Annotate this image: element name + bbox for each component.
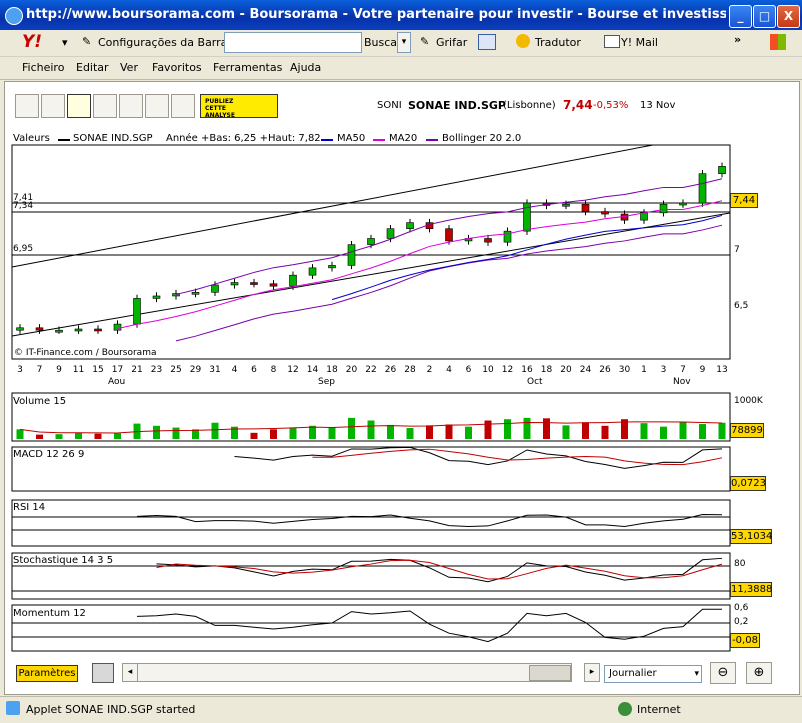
search-button[interactable]: Buscar: [364, 36, 402, 49]
stock-code: SONI: [377, 100, 402, 111]
scroll-thumb[interactable]: [529, 665, 571, 681]
close-button[interactable]: X: [777, 5, 800, 28]
tradutor-button[interactable]: Tradutor: [535, 36, 581, 49]
rsi-value-badge: 53,1034: [730, 529, 773, 544]
y-tick-7: 7: [734, 245, 740, 255]
momentum-scale-top: 0,6: [734, 603, 749, 613]
horizontal-line-tool-icon[interactable]: [67, 94, 91, 118]
macd-value-badge: 0,0723: [730, 476, 766, 491]
volume-value-badge: 78899: [730, 423, 764, 438]
print-icon[interactable]: [92, 663, 114, 683]
search-dropdown-icon[interactable]: ▾: [397, 32, 411, 53]
pencil-icon: ✎: [82, 35, 92, 48]
legend-valeurs: Valeurs: [13, 133, 50, 144]
period-select[interactable]: Journalier ▾: [604, 665, 702, 683]
applet-icon: [6, 701, 20, 715]
chart-applet: [4, 81, 800, 695]
momentum-value-badge: -0,08: [730, 633, 760, 648]
level-label-7-34: 7,34: [13, 201, 34, 211]
highlighter-icon: ✎: [420, 35, 430, 48]
yahoo-dropdown-icon[interactable]: ▾: [62, 36, 68, 49]
legend-ma50-swatch: [321, 139, 333, 141]
momentum-scale-mid: 0,2: [734, 617, 749, 627]
stoch-label: Stochastique 14 3 5: [13, 555, 114, 566]
macd-label: MACD 12 26 9: [13, 449, 85, 460]
menu-bar: Ficheiro Editar Ver Favoritos Ferramenta…: [0, 57, 802, 80]
rsi-label: RSI 14: [13, 502, 46, 513]
scroll-left-icon[interactable]: ◂: [123, 664, 138, 681]
select-chevron-down-icon[interactable]: ▾: [694, 666, 699, 682]
quote-date: 13 Nov: [640, 100, 676, 111]
windows-logo-icon: [770, 34, 786, 50]
publish-analysis-button[interactable]: PUBLIEZ CETTE ANALYSE: [200, 94, 278, 119]
globe-icon: [618, 702, 632, 716]
trash-icon[interactable]: [171, 94, 195, 118]
legend-series: SONAE IND.SGP: [73, 133, 153, 144]
momentum-label: Momentum 12: [13, 608, 86, 619]
stoch-value-badge: 11,3888: [730, 582, 773, 597]
zone-text: Internet: [637, 703, 681, 716]
last-price-badge: 7,44: [730, 193, 758, 208]
stock-name: SONAE IND.SGP: [408, 99, 506, 112]
chevron-right-icon[interactable]: »: [734, 33, 741, 46]
volume-scale: 1000K: [734, 396, 763, 406]
status-bar: Applet SONAE IND.SGP started Internet: [0, 696, 802, 723]
parametres-button[interactable]: Paramètres: [16, 665, 78, 682]
layout-icon[interactable]: [478, 34, 496, 50]
stock-price: 7,44: [563, 98, 593, 112]
fibonacci-tool-icon[interactable]: [119, 94, 143, 118]
publish-label: PUBLIEZ CETTE ANALYSE: [205, 98, 235, 119]
menu-ferramentas[interactable]: Ferramentas: [213, 61, 282, 74]
menu-editar[interactable]: Editar: [76, 61, 109, 74]
grifar-button[interactable]: Grifar: [436, 36, 467, 49]
scroll-right-icon[interactable]: ▸: [584, 663, 600, 682]
status-text: Applet SONAE IND.SGP started: [26, 703, 196, 716]
month-nov: Nov: [673, 377, 691, 387]
legend-series-swatch: [58, 139, 70, 141]
month-aou: Aou: [108, 377, 126, 387]
month-sep: Sep: [318, 377, 335, 387]
chart-scrollbar[interactable]: ◂: [122, 663, 572, 682]
legend-ma20-swatch: [373, 139, 385, 141]
level-label-6-95: 6,95: [13, 244, 34, 254]
channel-tool-icon[interactable]: [93, 94, 117, 118]
ymail-button[interactable]: Y! Mail: [621, 36, 658, 49]
parallel-tool-icon[interactable]: [145, 94, 169, 118]
translator-icon: [516, 34, 530, 48]
volume-label: Volume 15: [13, 396, 67, 407]
legend-bollinger: Bollinger 20 2.0: [442, 133, 522, 144]
search-input[interactable]: [224, 32, 362, 53]
menu-favoritos[interactable]: Favoritos: [152, 61, 202, 74]
month-oct: Oct: [527, 377, 543, 387]
mail-icon: [604, 35, 620, 48]
stock-exchange: (Lisbonne): [503, 100, 556, 111]
minimize-button[interactable]: _: [729, 5, 752, 28]
yahoo-logo[interactable]: Y!: [22, 32, 42, 52]
menu-ajuda[interactable]: Ajuda: [290, 61, 321, 74]
y-tick-6-5: 6,5: [734, 301, 749, 311]
menu-ficheiro[interactable]: Ficheiro: [22, 61, 64, 74]
stock-change: -0,53%: [593, 100, 629, 111]
stoch-scale-80: 80: [734, 559, 746, 569]
legend-bollinger-swatch: [426, 139, 438, 141]
zoom-out-icon[interactable]: ⊖: [710, 662, 736, 684]
menu-ver[interactable]: Ver: [120, 61, 138, 74]
ie-logo-icon: [5, 7, 23, 25]
copyright-text: © IT-Finance.com / Boursorama: [14, 348, 157, 358]
window-title: http://www.boursorama.com - Boursorama -…: [26, 7, 726, 22]
legend-ma50: MA50: [337, 133, 366, 144]
maximize-button[interactable]: □: [753, 5, 776, 28]
zoom-tool-icon[interactable]: [15, 94, 39, 118]
window-titlebar: http://www.boursorama.com - Boursorama -…: [0, 0, 802, 30]
legend-ma20: MA20: [389, 133, 418, 144]
zoom-in-icon[interactable]: ⊕: [746, 662, 772, 684]
legend-annee: Année +Bas: 6,25 +Haut: 7,82: [166, 133, 321, 144]
trendline-tool-icon[interactable]: [41, 94, 65, 118]
config-button[interactable]: Configurações da Barra: [98, 36, 227, 49]
period-value: Journalier: [609, 668, 657, 679]
